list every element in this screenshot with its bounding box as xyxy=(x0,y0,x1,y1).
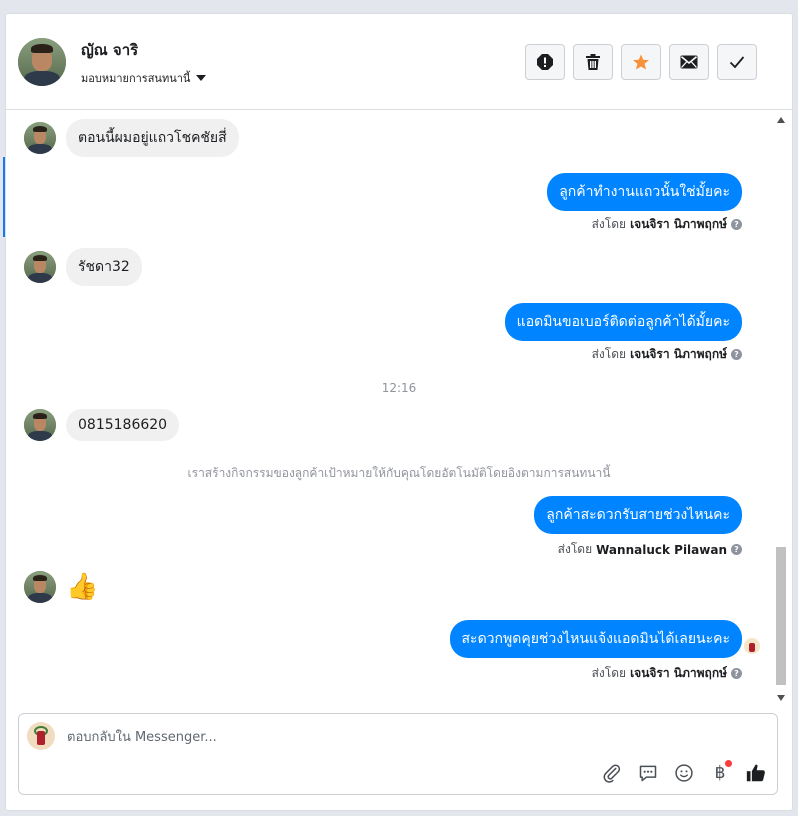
sent-by-label: ส่งโดย เจนจิรา นิภาพฤกษ์ ? xyxy=(592,664,742,683)
sent-by-label: ส่งโดย เจนจิรา นิภาพฤกษ์ ? xyxy=(592,215,742,234)
like-icon[interactable] xyxy=(745,762,767,784)
reply-input[interactable] xyxy=(67,726,747,748)
contact-name[interactable]: ญัณ จาริ xyxy=(81,38,138,62)
outgoing-message[interactable]: ลูกค้าทำงานแถวนั้นใช่มั้ยคะ xyxy=(547,173,742,211)
check-icon xyxy=(729,56,745,69)
message-scrollbar[interactable] xyxy=(774,111,788,701)
scroll-thumb[interactable] xyxy=(776,547,786,685)
message-row-incoming: 👍 xyxy=(24,571,98,603)
system-note: เราสร้างกิจกรรมของลูกค้าเป้าหมายให้กับคุ… xyxy=(187,466,611,480)
message-list[interactable]: ตอนนี้ผมอยู่แถวโชคชัยสี่ ลูกค้าทำงานแถวน… xyxy=(6,111,792,707)
message-row-outgoing: สะดวกพูดคุยช่วงไหนแจ้งแอดมินได้เลยนะคะ xyxy=(449,620,742,658)
message-row-outgoing: ลูกค้าสะดวกรับสายช่วงไหนคะ xyxy=(534,496,742,534)
star-button[interactable] xyxy=(621,44,661,80)
envelope-icon xyxy=(680,55,698,69)
contact-avatar xyxy=(24,251,56,283)
contact-avatar xyxy=(24,571,56,603)
incoming-message[interactable]: 0815186620 xyxy=(66,409,180,441)
exclamation-icon xyxy=(537,54,553,70)
composer-tools: ฿ xyxy=(601,760,767,784)
thumbs-up-sticker[interactable]: 👍 xyxy=(66,571,98,603)
mark-unread-button[interactable] xyxy=(669,44,709,80)
message-row-incoming: 0815186620 xyxy=(24,409,180,441)
sender-name: Wannaluck Pilawan xyxy=(596,542,727,557)
active-indicator xyxy=(3,157,5,237)
help-icon[interactable]: ? xyxy=(731,219,742,230)
timestamp-separator: 12:16 xyxy=(381,381,417,395)
emoji-icon[interactable] xyxy=(673,762,695,784)
sent-by-label: ส่งโดย Wannaluck Pilawan ? xyxy=(558,540,742,559)
trash-icon xyxy=(586,54,600,70)
help-icon[interactable]: ? xyxy=(731,349,742,360)
mark-spam-button[interactable] xyxy=(525,44,565,80)
chevron-down-icon xyxy=(196,75,207,81)
assign-conversation-dropdown[interactable]: มอบหมายการสนทนานี้ xyxy=(81,69,207,87)
assign-label: มอบหมายการสนทนานี้ xyxy=(81,72,191,85)
header-actions xyxy=(525,44,757,80)
outgoing-message[interactable]: ลูกค้าสะดวกรับสายช่วงไหนคะ xyxy=(534,496,742,534)
message-row-incoming: ตอนนี้ผมอยู่แถวโชคชัยสี่ xyxy=(24,119,239,157)
read-receipt-avatar xyxy=(744,638,760,654)
reply-composer: ฿ xyxy=(18,713,778,795)
help-icon[interactable]: ? xyxy=(731,668,742,679)
incoming-message[interactable]: รัชดา32 xyxy=(66,248,142,286)
conversation-panel: ญัณ จาริ มอบหมายการสนทนานี้ ตอนนี้ผมอยู่… xyxy=(3,14,792,810)
outgoing-message[interactable]: แอดมินขอเบอร์ติดต่อลูกค้าได้มั้ยคะ xyxy=(504,303,742,341)
contact-avatar xyxy=(24,409,56,441)
page-avatar xyxy=(27,722,55,750)
saved-replies-icon[interactable] xyxy=(637,762,659,784)
attach-icon[interactable] xyxy=(601,762,623,784)
sender-name: เจนจิรา นิภาพฤกษ์ xyxy=(630,217,727,231)
delete-button[interactable] xyxy=(573,44,613,80)
incoming-message[interactable]: ตอนนี้ผมอยู่แถวโชคชัยสี่ xyxy=(66,119,239,157)
notification-dot xyxy=(725,760,732,767)
sender-name: เจนจิรา นิภาพฤกษ์ xyxy=(630,666,727,680)
conversation-header: ญัณ จาริ มอบหมายการสนทนานี้ xyxy=(6,14,792,110)
contact-avatar xyxy=(24,122,56,154)
outgoing-message[interactable]: สะดวกพูดคุยช่วงไหนแจ้งแอดมินได้เลยนะคะ xyxy=(449,620,742,658)
sender-name: เจนจิรา นิภาพฤกษ์ xyxy=(630,347,727,361)
message-row-outgoing: แอดมินขอเบอร์ติดต่อลูกค้าได้มั้ยคะ xyxy=(504,303,742,341)
sent-by-label: ส่งโดย เจนจิรา นิภาพฤกษ์ ? xyxy=(592,345,742,364)
mark-done-button[interactable] xyxy=(717,44,757,80)
message-row-outgoing: ลูกค้าทำงานแถวนั้นใช่มั้ยคะ xyxy=(547,173,742,211)
contact-avatar[interactable] xyxy=(18,38,66,86)
scroll-up-arrow-icon[interactable] xyxy=(777,117,785,123)
help-icon[interactable]: ? xyxy=(731,544,742,555)
payment-icon[interactable]: ฿ xyxy=(709,760,732,784)
star-icon xyxy=(633,54,649,70)
payment-label: ฿ xyxy=(714,763,726,783)
scroll-down-arrow-icon[interactable] xyxy=(777,695,785,701)
message-row-incoming: รัชดา32 xyxy=(24,248,142,286)
